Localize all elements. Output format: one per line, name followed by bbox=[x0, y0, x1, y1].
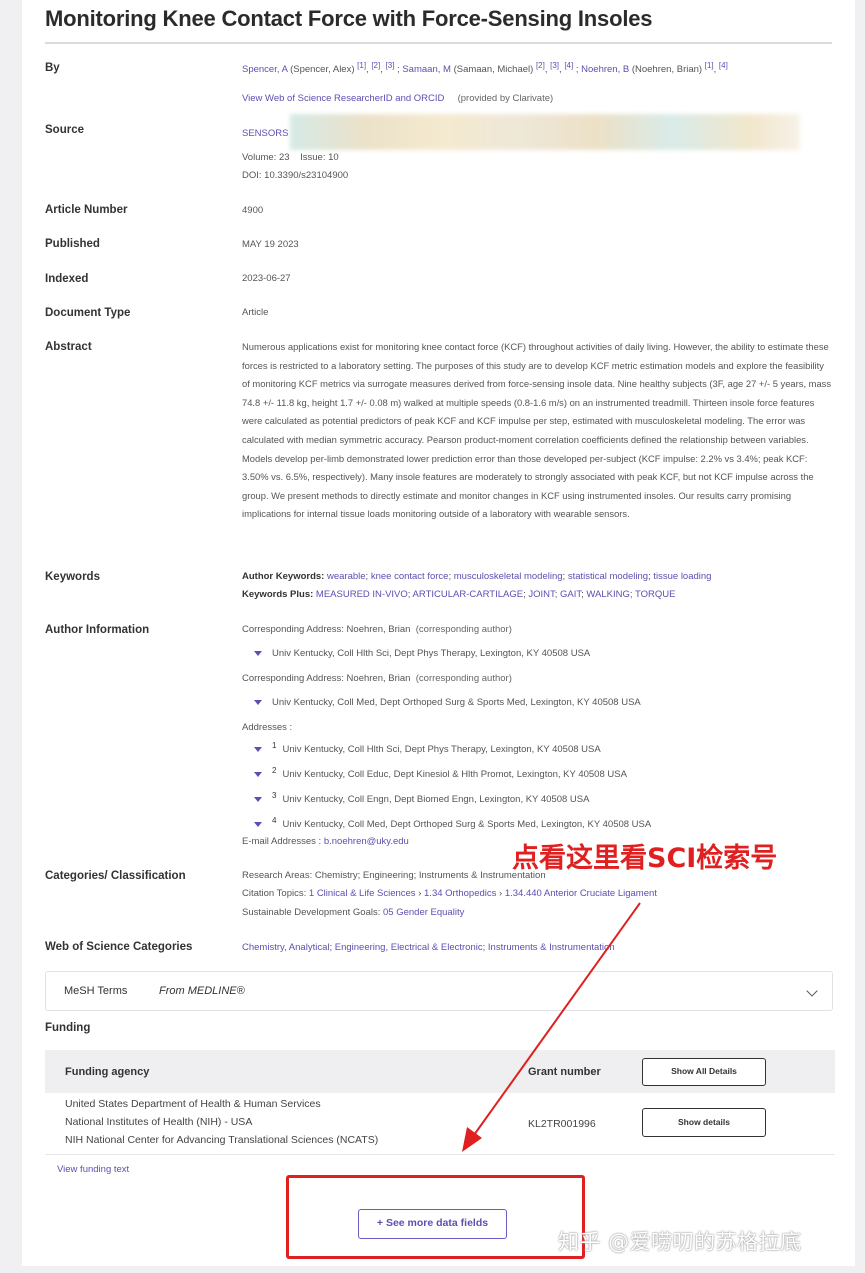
annotation-arrow-line bbox=[473, 902, 641, 1136]
annotation-arrow-head bbox=[462, 1127, 482, 1152]
watermark-text: 知乎 @爱唠叨的苏格拉底 bbox=[558, 1230, 802, 1254]
annotation-arrow-icon bbox=[462, 902, 641, 1152]
